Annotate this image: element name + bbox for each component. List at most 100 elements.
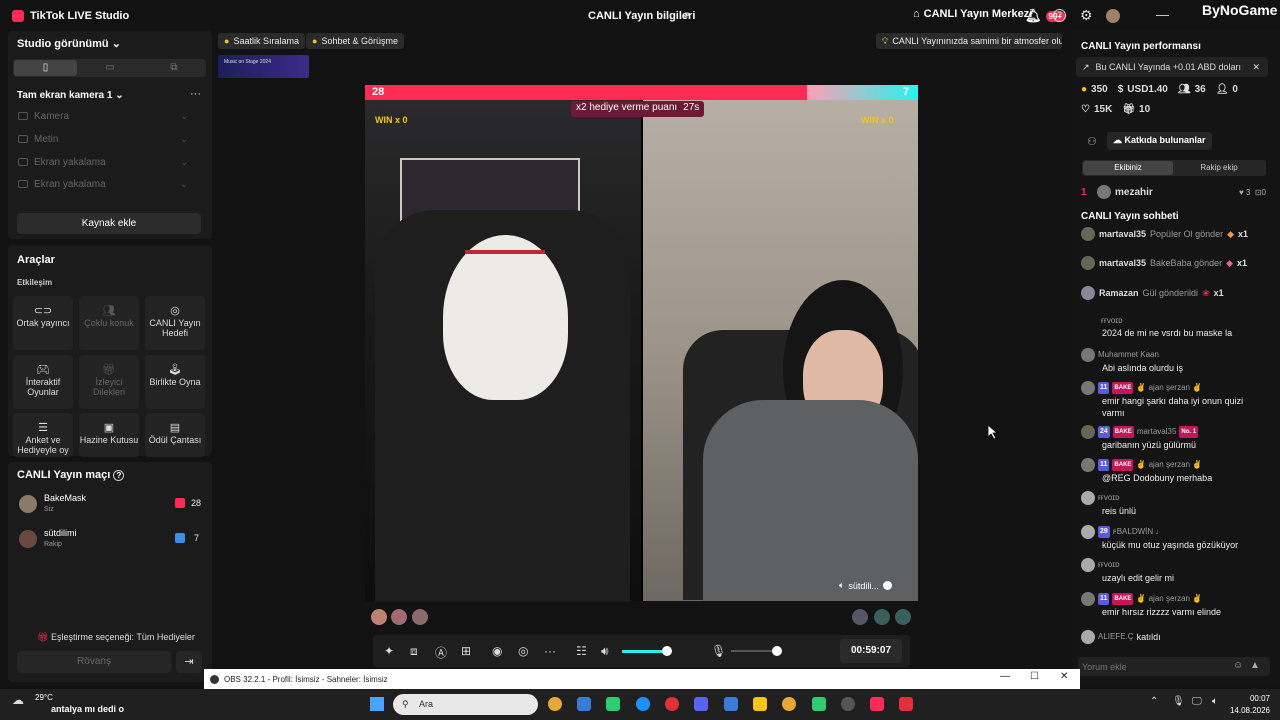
trophy-icon: ●	[224, 36, 230, 46]
user-add-icon[interactable]: ⚇	[1087, 135, 1097, 148]
source-text[interactable]: Metin ⌄	[18, 132, 188, 146]
live-center-button[interactable]: ⌂ CANLI Yayın Merkezi	[913, 8, 1032, 20]
chat-message: 24 BAKE martaval35 No. 1 garibanın yüzü gülü…	[1081, 425, 1261, 451]
opera-icon[interactable]	[665, 697, 679, 711]
contributors-button[interactable]: ☁ Katkıda bulunanlar	[1107, 132, 1212, 150]
monitor-tray-icon[interactable]: 🖵︎	[1192, 696, 1202, 707]
tip-pill[interactable]: 💡︎ CANLI Yayınınızda samimi bir atmosfer …	[876, 33, 1062, 49]
obs-close-icon[interactable]: ✕	[1060, 671, 1068, 682]
team-red-icon	[175, 498, 185, 508]
app-icon[interactable]	[812, 697, 826, 711]
source-screen-1[interactable]: Ekran yakalama ⌄	[18, 155, 188, 169]
windows-start-icon[interactable]	[370, 697, 384, 711]
clip-icon[interactable]: ◎	[518, 644, 528, 658]
chrome-icon[interactable]	[548, 697, 562, 711]
mic-handle[interactable]	[772, 646, 782, 656]
edge-icon[interactable]	[636, 697, 650, 711]
chat-call-pill[interactable]: ● Sohbet & Görüşme	[306, 33, 404, 49]
clock-date[interactable]: 14.08.2026	[1222, 706, 1270, 715]
volume-slider[interactable]	[622, 650, 666, 653]
scene-selector[interactable]: Tam ekran kamera 1 ⌄	[17, 90, 124, 101]
folder-icon[interactable]	[753, 697, 767, 711]
portrait-button[interactable]: ▯	[14, 60, 77, 76]
ai-icon[interactable]: Ⓐ	[435, 644, 447, 661]
live-info-title[interactable]: CANLI Yayın bilgileri	[588, 10, 695, 22]
multi-view-button[interactable]: ⧉	[143, 60, 205, 76]
tool-poll[interactable]: ☰ Anket ve Hediyeyle oy	[13, 413, 73, 457]
opponent-tag[interactable]: 🔈︎ sütdili...	[839, 580, 892, 591]
microphone-icon[interactable]: 🎙︎	[711, 644, 726, 658]
earning-banner[interactable]: ↗ Bu CANLI Yayında +0.01 ABD doları ✕	[1076, 57, 1268, 77]
news-ticker[interactable]: antalya mı dedi o	[51, 704, 124, 714]
tool-treasure-box[interactable]: ▣ Hazine Kutusu	[79, 413, 139, 457]
rank-number: 1	[1081, 186, 1087, 198]
tool-interactive-games[interactable]: 🎮︎ İnteraktif Oyunlar	[13, 355, 73, 409]
volume-handle[interactable]	[662, 646, 672, 656]
person-icon: 👤︎	[1215, 84, 1229, 95]
supporter-avatar[interactable]	[895, 609, 911, 625]
supporter-avatar[interactable]	[371, 609, 387, 625]
more-icon[interactable]: ···	[544, 644, 556, 658]
store-icon[interactable]	[577, 697, 591, 711]
chevron-up-icon[interactable]: ⌃	[1150, 696, 1158, 707]
settings-gear-icon[interactable]: ⚙	[1080, 7, 1093, 24]
tool-live-goal[interactable]: ◎ CANLI Yayın Hedefi	[145, 296, 205, 350]
match-self-name: BakeMask	[44, 493, 87, 503]
more-options-icon[interactable]: ···	[190, 88, 201, 100]
opponent-camera: WIN x 0 🔈︎ sütdili...	[643, 100, 918, 601]
supporter-avatar[interactable]	[852, 609, 868, 625]
chat-message: ғғᴠᴏɪᴅ reis ünlü	[1081, 491, 1261, 517]
emoji-icon[interactable]: ☺	[1233, 660, 1243, 671]
volume-icon[interactable]: 🔊︎	[601, 644, 609, 659]
help-icon[interactable]: ?	[1053, 9, 1066, 22]
minimize-icon[interactable]: —	[1156, 7, 1169, 22]
send-icon[interactable]: ▲	[1250, 660, 1260, 671]
studio-view-title[interactable]: Studio görünümü ⌄	[17, 37, 121, 50]
obs-minimize-icon[interactable]: —	[1000, 671, 1010, 682]
obs-maximize-icon[interactable]: ☐	[1030, 671, 1039, 682]
youtube-icon[interactable]	[899, 697, 913, 711]
source-camera[interactable]: Kamera ⌄	[18, 109, 188, 123]
record-icon[interactable]: ◉	[492, 644, 502, 658]
rematch-button[interactable]: Rövanş	[17, 651, 171, 673]
clock-time[interactable]: 00:07	[1222, 694, 1270, 703]
app-icon[interactable]	[606, 697, 620, 711]
supporter-avatar[interactable]	[412, 609, 428, 625]
supporter-avatar[interactable]	[391, 609, 407, 625]
add-media-icon[interactable]: ⊞	[461, 644, 471, 658]
add-source-button[interactable]: Kaynak ekle	[17, 213, 201, 234]
chrome-icon[interactable]	[782, 697, 796, 711]
supporter-avatar[interactable]	[874, 609, 890, 625]
taskbar-search[interactable]: ⚲ Ara	[393, 694, 538, 715]
profile-avatar[interactable]	[1106, 9, 1120, 23]
hourly-ranking-pill[interactable]: ● Saatlik Sıralama	[218, 33, 305, 49]
discord-icon[interactable]	[694, 697, 708, 711]
obs-window-bar[interactable]: OBS 32.2.1 - Profil: İsimsiz - Sahneler:…	[204, 669, 1080, 689]
exit-match-icon[interactable]: ⇥	[176, 651, 202, 673]
screen-effects-icon[interactable]: ⧈	[410, 644, 418, 659]
top-contributor-row[interactable]: 1 mezahir ♥ 3 ⊡0	[1081, 185, 1266, 199]
obs-icon[interactable]	[841, 697, 855, 711]
tool-reward-bag[interactable]: ▤ Ödül Çantası	[145, 413, 205, 457]
speaker-tray-icon[interactable]: 🔈︎	[1212, 696, 1218, 707]
tool-multi-guest[interactable]: 👥︎ Çoklu konuk	[79, 296, 139, 350]
landscape-button[interactable]: ▭	[79, 60, 141, 76]
mixer-icon[interactable]: ☷	[576, 644, 587, 658]
tiktok-icon[interactable]	[870, 697, 884, 711]
tool-cohost[interactable]: ⊂⊃ Ortak yayıncı	[13, 296, 73, 350]
effects-icon[interactable]: ✦	[384, 644, 394, 658]
avatar	[1081, 286, 1095, 300]
share-icon[interactable]: ⇗	[681, 9, 690, 22]
mail-icon[interactable]	[724, 697, 738, 711]
comment-input[interactable]	[1082, 659, 1222, 674]
tab-your-team[interactable]: Ekibiniz	[1083, 161, 1173, 175]
mic-tray-icon[interactable]: 🎙︎	[1172, 696, 1185, 707]
source-screen-2[interactable]: Ekran yakalama ⌄	[18, 177, 188, 191]
tool-play-together[interactable]: 🕹︎ Birlikte Oyna	[145, 355, 205, 409]
tool-viewer-wishes[interactable]: 🎁︎ İzleyici Dilekleri	[79, 355, 139, 409]
match-option[interactable]: 🎁︎ Eşleştirme seçeneği: Tüm Hediyeler	[37, 632, 195, 643]
event-banner[interactable]: Music on Stage 2024	[218, 55, 309, 78]
weather-temp[interactable]: 29°C	[35, 693, 53, 702]
tab-rival-team[interactable]: Rakip ekip	[1174, 161, 1264, 175]
trend-icon: ↗	[1082, 61, 1090, 72]
